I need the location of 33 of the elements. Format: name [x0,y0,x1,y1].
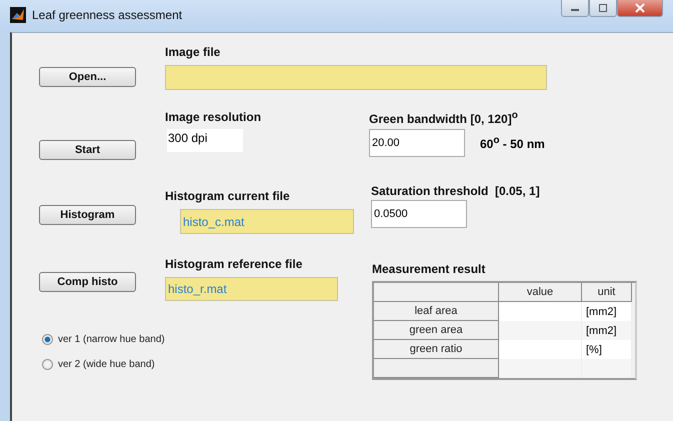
row-header: leaf area [374,302,499,321]
saturation-field[interactable]: 0.0500 [371,200,467,228]
minimize-button[interactable] [561,0,589,17]
bandwidth-note: 60$^{o}$ - 50 nm [480,135,545,151]
table-cell: [%] [582,340,632,359]
maximize-button[interactable] [589,0,617,17]
bandwidth-field[interactable]: 20.00 [369,129,465,157]
open-button[interactable]: Open... [39,67,136,87]
column-header: unit [582,283,632,302]
saturation-threshold-label: Saturation threshold [0.05, 1] [371,184,540,198]
start-button[interactable]: Start [39,140,136,160]
histogram-current-label: Histogram current file [165,189,291,203]
table-cell: [mm2] [582,302,632,321]
table-cell: [mm2] [582,321,632,340]
measurement-title: Measurement result [372,262,486,276]
maximize-icon [598,4,608,12]
histogram-reference-label: Histogram reference file [165,257,304,271]
column-header: value [499,283,582,302]
row-header: green area [374,321,499,340]
image-file-label: Image file [165,45,222,59]
bandwidth-label: Green bandwidth [0, 120]$^{o}$ [369,110,519,126]
histogram-button[interactable]: Histogram [39,205,136,225]
row-header: green ratio [374,340,499,359]
close-icon [635,2,645,12]
resolution-value: 300 dpi [167,129,243,152]
app-icon [10,7,26,23]
version-radio[interactable]: ver 2 (wide hue band) [42,359,165,370]
image-file-field[interactable] [165,65,547,90]
version-radio[interactable]: ver 1 (narrow hue band) [42,334,165,345]
comp-histo-button[interactable]: Comp histo [39,272,136,292]
window-title: Leaf greenness assessment [32,7,182,23]
close-button[interactable] [617,0,663,17]
image-resolution-label: Image resolution [165,110,262,124]
